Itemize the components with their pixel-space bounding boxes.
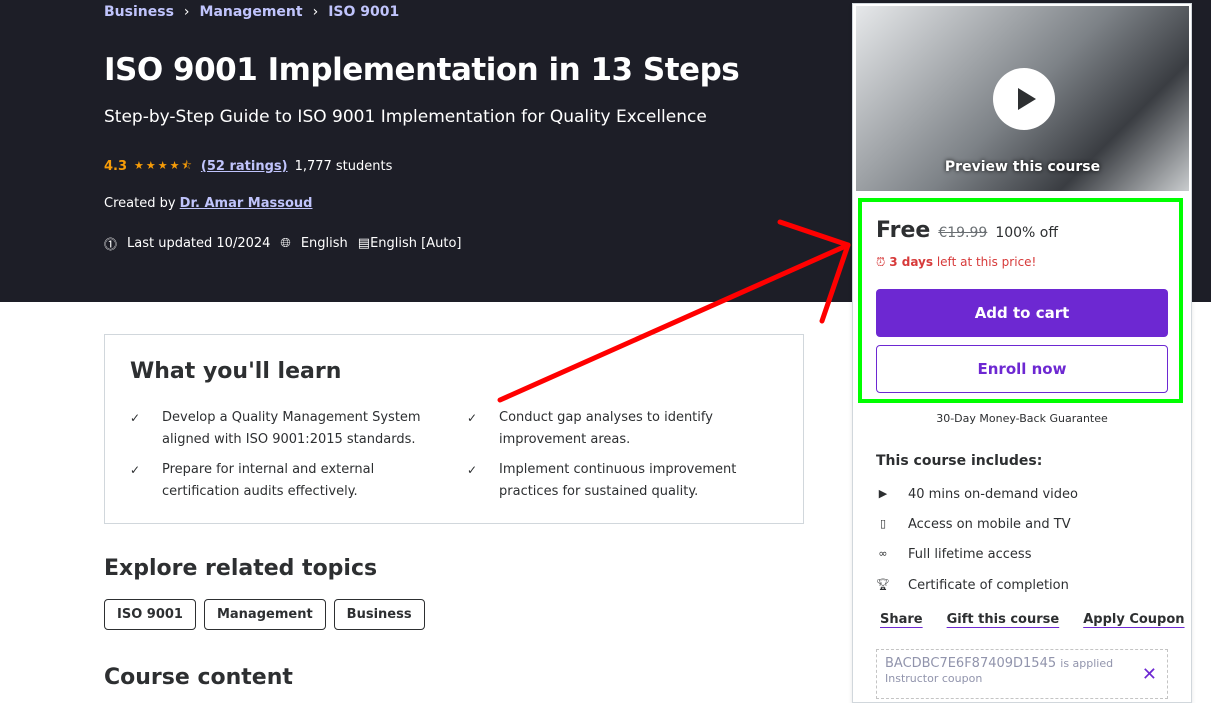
red-arrow — [497, 219, 851, 403]
